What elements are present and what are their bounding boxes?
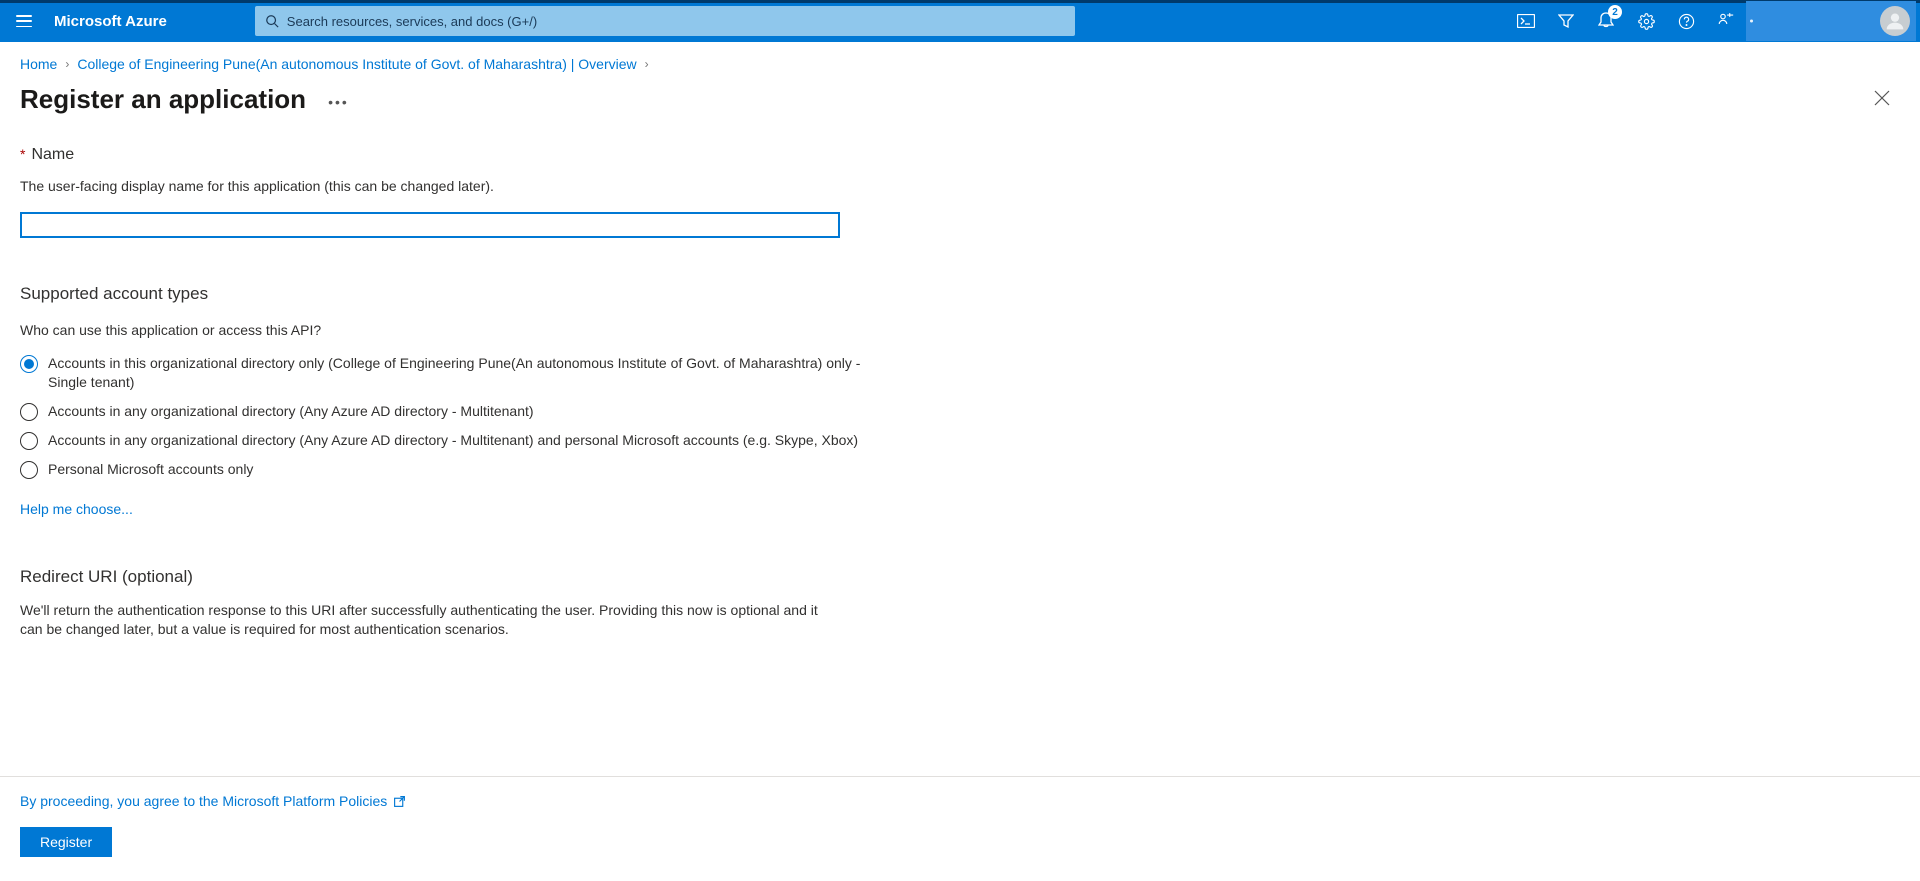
account-types-question: Who can use this application or access t…	[20, 322, 880, 338]
radio-label: Accounts in this organizational director…	[48, 354, 868, 392]
platform-policies-link[interactable]: By proceeding, you agree to the Microsof…	[20, 793, 387, 809]
breadcrumb: Home › College of Engineering Pune(An au…	[0, 42, 1920, 76]
help-me-choose-link[interactable]: Help me choose...	[20, 501, 133, 517]
radio-icon	[20, 432, 38, 450]
cloud-shell-button[interactable]	[1506, 1, 1546, 41]
filter-icon	[1558, 13, 1574, 29]
directories-button[interactable]	[1546, 1, 1586, 41]
settings-button[interactable]	[1626, 1, 1666, 41]
chevron-right-icon: ›	[65, 57, 69, 71]
footer-bar: By proceeding, you agree to the Microsof…	[0, 776, 1920, 881]
more-actions-button[interactable]: •••	[328, 88, 349, 110]
top-bar: Microsoft Azure 2	[0, 0, 1920, 42]
radio-single-tenant[interactable]: Accounts in this organizational director…	[20, 354, 880, 392]
radio-label: Personal Microsoft accounts only	[48, 460, 253, 479]
close-button[interactable]	[1864, 80, 1900, 118]
radio-multitenant[interactable]: Accounts in any organizational directory…	[20, 402, 880, 421]
hamburger-menu-button[interactable]	[4, 1, 44, 41]
account-types-heading: Supported account types	[20, 284, 880, 304]
hamburger-icon	[16, 15, 32, 27]
account-types-radios: Accounts in this organizational director…	[20, 354, 880, 479]
help-icon	[1678, 13, 1695, 30]
name-description: The user-facing display name for this ap…	[20, 178, 880, 194]
register-button[interactable]: Register	[20, 827, 112, 857]
global-search[interactable]	[255, 6, 1075, 36]
radio-icon	[20, 403, 38, 421]
redirect-uri-description: We'll return the authentication response…	[20, 601, 840, 640]
notifications-button[interactable]: 2	[1586, 1, 1626, 41]
cloud-shell-icon	[1517, 14, 1535, 28]
search-wrap	[255, 6, 1075, 36]
feedback-button[interactable]	[1706, 1, 1746, 41]
app-name-input[interactable]	[20, 212, 840, 238]
close-icon	[1874, 90, 1890, 106]
top-icons: 2	[1506, 0, 1916, 42]
radio-icon	[20, 355, 38, 373]
redirect-uri-heading: Redirect URI (optional)	[20, 567, 880, 587]
external-link-icon	[393, 795, 406, 808]
notifications-badge: 2	[1608, 5, 1622, 19]
radio-icon	[20, 461, 38, 479]
form-area: * Name The user-facing display name for t…	[0, 118, 900, 810]
radio-multitenant-personal[interactable]: Accounts in any organizational directory…	[20, 431, 880, 450]
name-label-row: * Name	[20, 146, 880, 164]
page-title: Register an application	[20, 84, 306, 115]
gear-icon	[1638, 13, 1655, 30]
policies-row: By proceeding, you agree to the Microsof…	[20, 793, 1900, 809]
chevron-right-icon: ›	[645, 57, 649, 71]
avatar[interactable]	[1880, 6, 1910, 36]
radio-label: Accounts in any organizational directory…	[48, 431, 858, 450]
global-search-input[interactable]	[287, 14, 1065, 29]
breadcrumb-org[interactable]: College of Engineering Pune(An autonomou…	[77, 56, 636, 72]
required-star: *	[20, 146, 25, 162]
breadcrumb-home[interactable]: Home	[20, 56, 57, 72]
brand-label[interactable]: Microsoft Azure	[44, 13, 185, 30]
feedback-icon	[1717, 12, 1735, 30]
name-label: Name	[31, 146, 74, 163]
title-row: Register an application •••	[0, 76, 1920, 118]
search-icon	[265, 14, 279, 28]
radio-personal-only[interactable]: Personal Microsoft accounts only	[20, 460, 880, 479]
help-button[interactable]	[1666, 1, 1706, 41]
radio-label: Accounts in any organizational directory…	[48, 402, 534, 421]
account-area[interactable]	[1746, 1, 1916, 41]
person-icon	[1885, 11, 1905, 31]
